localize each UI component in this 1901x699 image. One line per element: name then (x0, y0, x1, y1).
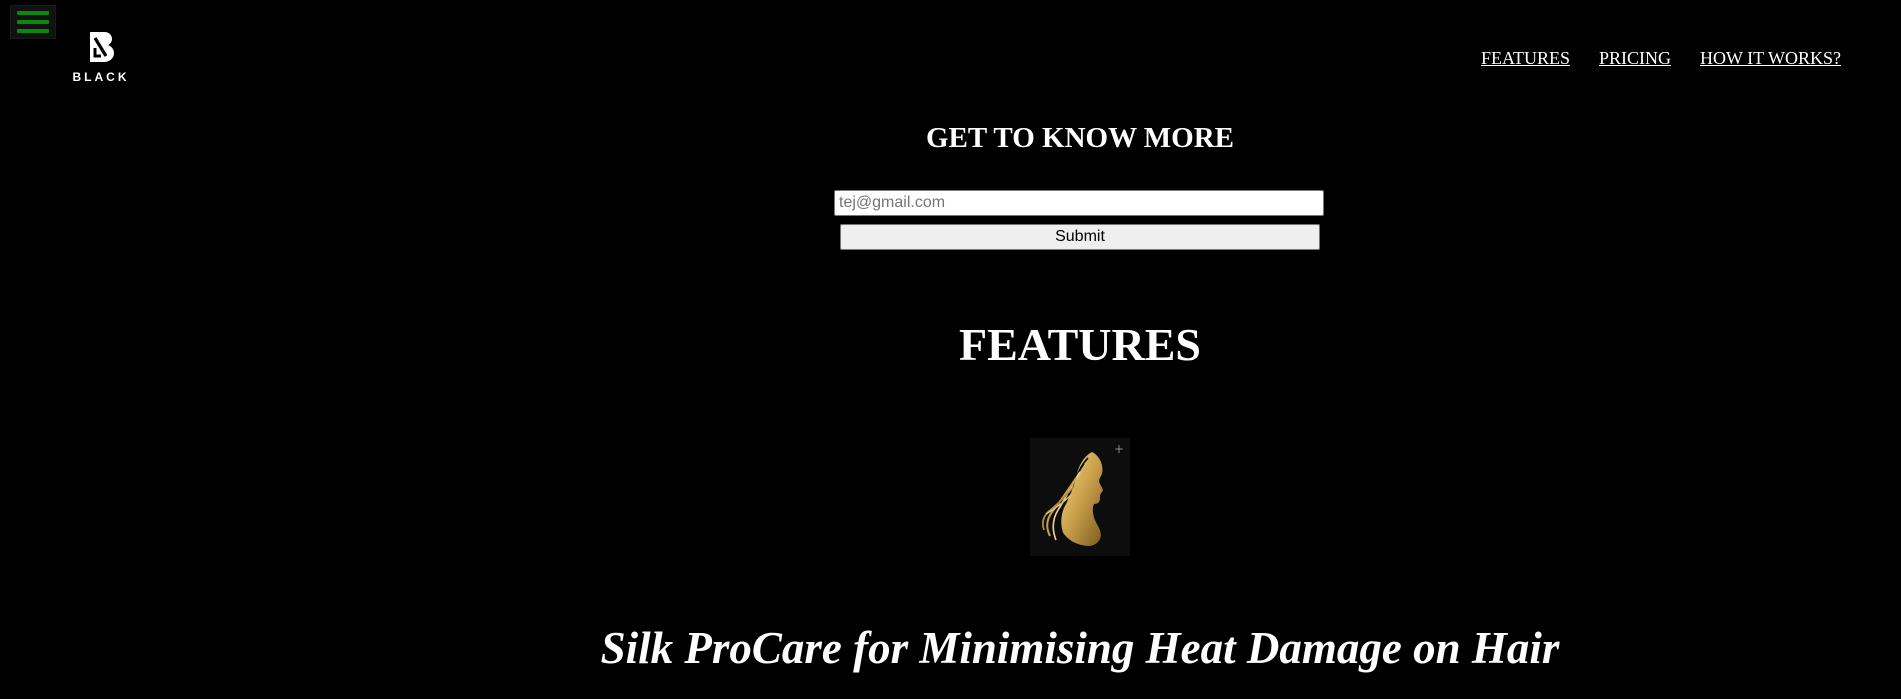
nav-link-pricing[interactable]: PRICING (1599, 48, 1671, 69)
submit-button[interactable]: Submit (840, 224, 1320, 250)
hamburger-menu-icon[interactable] (10, 5, 56, 39)
page: BLACK FEATURES PRICING HOW IT WORKS? GET… (0, 0, 1901, 699)
menu-bar (17, 29, 49, 33)
menu-bar (17, 20, 49, 24)
nav-link-features[interactable]: FEATURES (1481, 48, 1570, 69)
feature-title: Silk ProCare for Minimising Heat Damage … (600, 623, 1560, 673)
features-heading: FEATURES (959, 319, 1201, 370)
expand-plus-icon[interactable]: + (1114, 442, 1124, 456)
email-field[interactable] (834, 190, 1324, 216)
nav-link-how-it-works[interactable]: HOW IT WORKS? (1700, 48, 1841, 69)
signup-heading: GET TO KNOW MORE (925, 122, 1235, 154)
logo-text: BLACK (72, 70, 130, 84)
menu-bar (17, 11, 49, 15)
b-monogram-logo-icon (90, 32, 114, 62)
logo[interactable]: BLACK (62, 30, 140, 100)
main-nav: FEATURES PRICING HOW IT WORKS? (1481, 48, 1841, 69)
feature-image: + (1030, 438, 1130, 556)
